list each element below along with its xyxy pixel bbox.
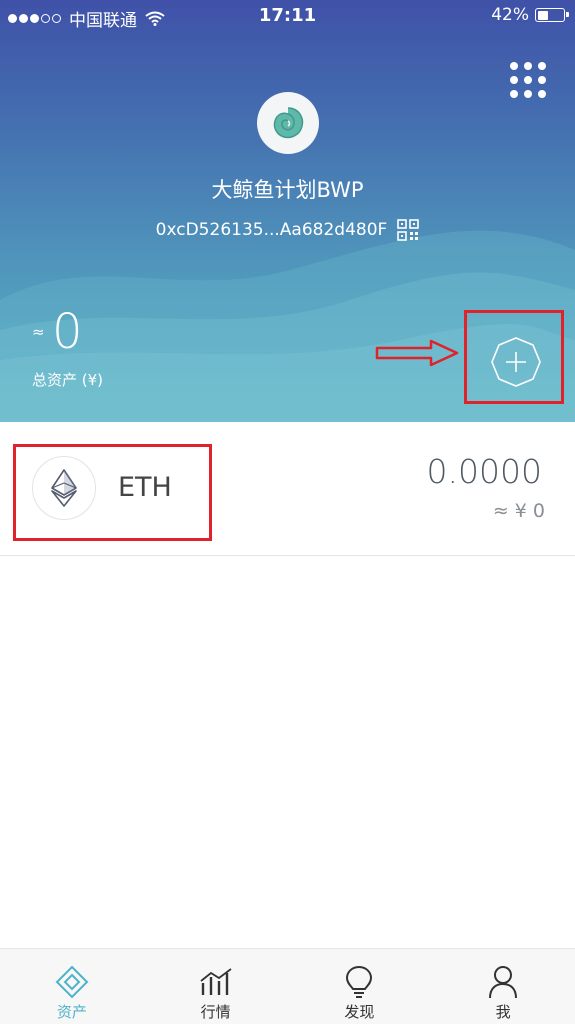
tab-me[interactable]: 我 (431, 949, 575, 1024)
token-balance: 0.0000 (426, 452, 542, 491)
tab-label: 发现 (344, 1003, 375, 1021)
token-row-eth[interactable]: ETH 0.0000 ≈ ¥ 0 (0, 422, 575, 556)
qr-code-icon[interactable] (397, 219, 420, 241)
wallet-address: 0xcD526135...Aa682d480F (155, 220, 388, 240)
total-approx-symbol: ≈ (32, 323, 45, 341)
status-bar: 中国联通 17:11 42% (0, 0, 575, 34)
tab-label: 行情 (200, 1003, 231, 1021)
tab-assets[interactable]: 资产 (0, 949, 144, 1024)
tab-label: 我 (495, 1003, 511, 1021)
grid-menu-icon[interactable] (508, 60, 546, 98)
token-symbol: ETH (118, 472, 172, 503)
shell-avatar-icon (273, 107, 304, 139)
profile-icon (489, 966, 518, 999)
wallet-avatar[interactable] (257, 92, 319, 154)
add-token-button[interactable] (490, 336, 542, 388)
tab-market[interactable]: 行情 (144, 949, 288, 1024)
tab-discover[interactable]: 发现 (288, 949, 432, 1024)
market-chart-icon (200, 968, 232, 995)
battery-percent: 42% (491, 5, 529, 25)
token-fiat-value: ≈ ¥ 0 (492, 500, 545, 522)
total-assets-label: 总资产 (¥) (32, 371, 104, 389)
wallet-name[interactable]: 大鲸鱼计划BWP (0, 174, 575, 204)
eth-logo-icon (32, 456, 96, 520)
tab-label: 资产 (56, 1003, 87, 1021)
total-assets-value: 0 (52, 304, 83, 360)
wallet-address-row[interactable]: 0xcD526135...Aa682d480F (0, 219, 575, 241)
assets-icon (55, 965, 89, 999)
lightbulb-icon (346, 965, 373, 998)
battery-icon (535, 8, 569, 22)
annotation-arrow-icon (375, 339, 459, 367)
wallet-header: 中国联通 17:11 42% 大鲸鱼计划BWP 0xcD526135...Aa6… (0, 0, 575, 422)
status-time: 17:11 (258, 5, 317, 26)
bottom-tab-bar: 资产 行情 发现 我 (0, 948, 575, 1024)
